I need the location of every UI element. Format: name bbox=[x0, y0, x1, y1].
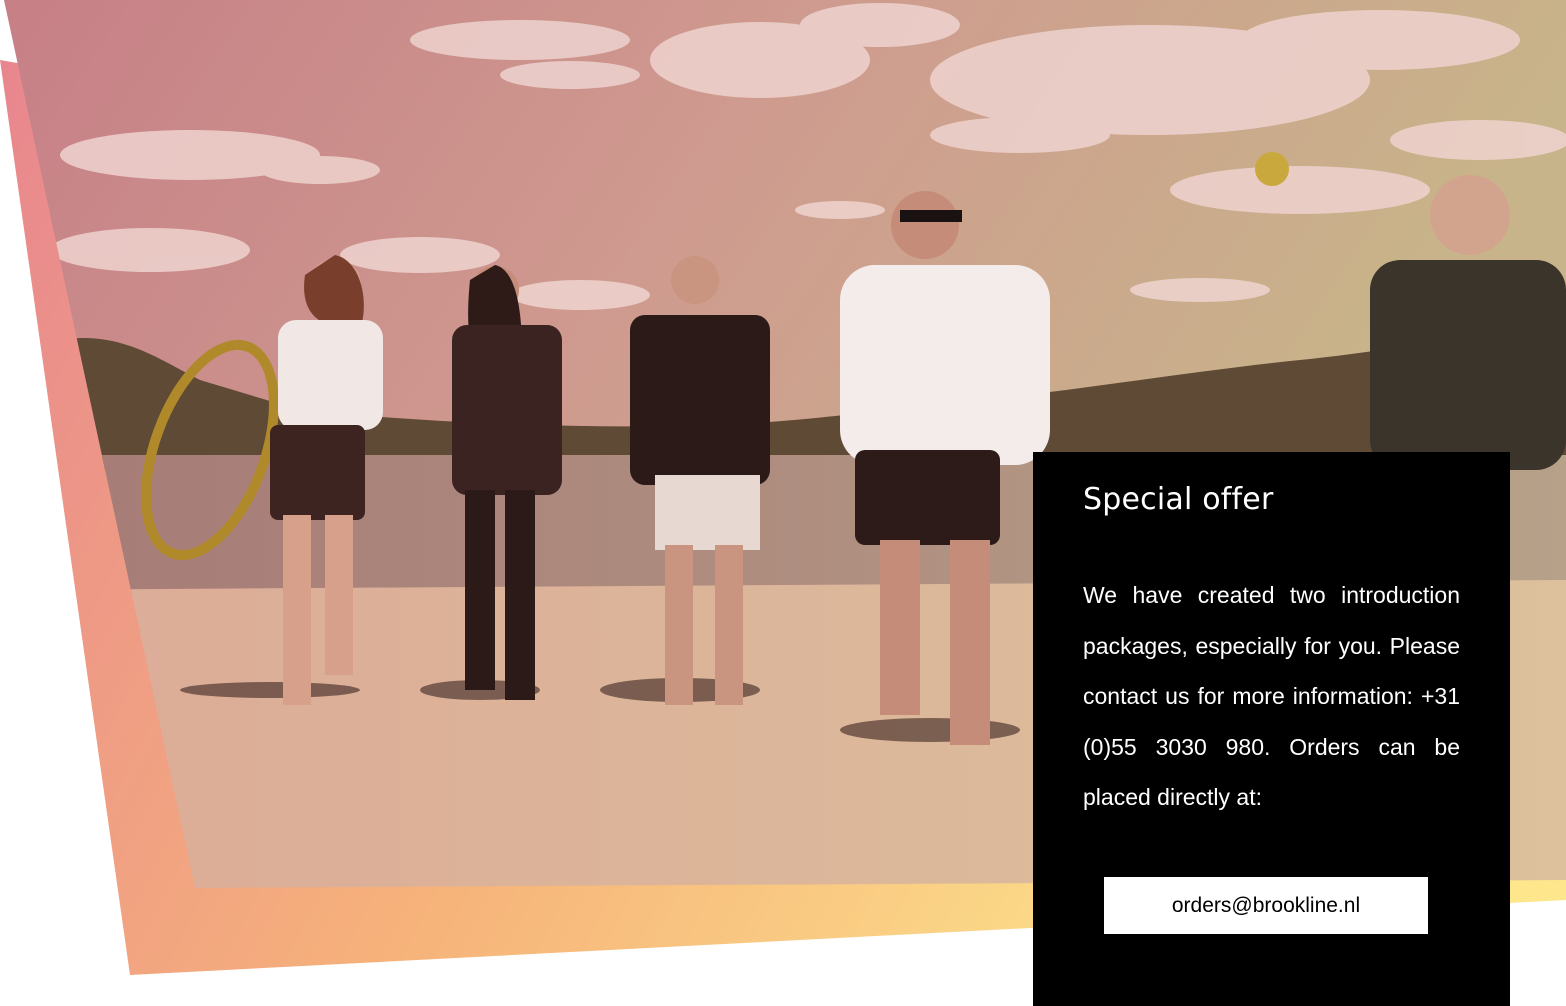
special-offer-card: Special offer We have created two introd… bbox=[1033, 452, 1510, 1006]
offer-title: Special offer bbox=[1083, 482, 1274, 517]
offer-description: We have created two introduction package… bbox=[1083, 582, 1460, 811]
orders-email-button[interactable]: orders@brookline.nl bbox=[1104, 877, 1428, 934]
ball bbox=[1255, 152, 1289, 186]
